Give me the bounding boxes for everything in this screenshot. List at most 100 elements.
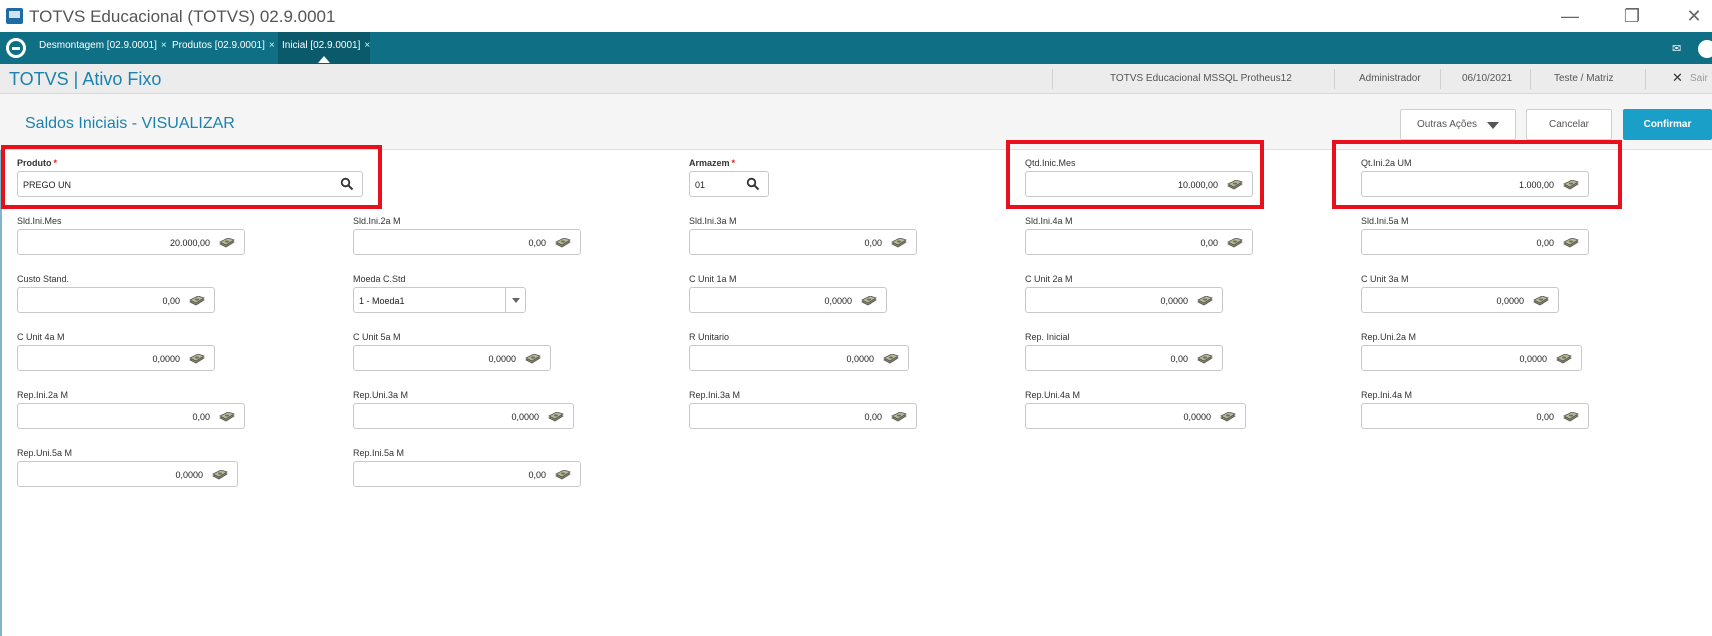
c-unit-3a-m-value: 0,0000 — [1496, 296, 1524, 306]
custo-stand-input[interactable]: 0,00 — [17, 287, 215, 313]
rep-ini-2a-m-input[interactable]: 0,00 — [17, 403, 245, 429]
rep-uni-3a-m-input[interactable]: 0,0000 — [353, 403, 574, 429]
minimize-icon[interactable]: — — [1550, 4, 1590, 28]
c-unit-4a-m-input[interactable]: 0,0000 — [17, 345, 215, 371]
rep-uni-2a-m-value: 0,0000 — [1519, 354, 1547, 364]
qtd-inic-mes-label: Qtd.Inic.Mes — [1025, 158, 1076, 168]
rep-inicial-input[interactable]: 0,00 — [1025, 345, 1223, 371]
money-icon[interactable] — [548, 412, 564, 422]
rep-uni-4a-m-input[interactable]: 0,0000 — [1025, 403, 1246, 429]
rep-ini-5a-m-label: Rep.Ini.5a M — [353, 448, 405, 458]
rep-uni-2a-m-input[interactable]: 0,0000 — [1361, 345, 1582, 371]
c-unit-1a-m-input[interactable]: 0,0000 — [689, 287, 887, 313]
mail-icon[interactable]: ✉ — [1672, 42, 1681, 55]
money-icon[interactable] — [219, 238, 235, 248]
money-icon[interactable] — [555, 238, 571, 248]
confirm-button[interactable]: Confirmar — [1623, 109, 1712, 140]
armazem-label: Armazem — [689, 158, 730, 168]
rep-ini-5a-m-input[interactable]: 0,00 — [353, 461, 581, 487]
money-icon[interactable] — [189, 354, 205, 364]
restore-icon[interactable]: ❐ — [1612, 4, 1652, 28]
money-icon[interactable] — [555, 470, 571, 480]
money-icon[interactable] — [883, 354, 899, 364]
tab-close-icon[interactable]: × — [161, 40, 167, 51]
money-icon[interactable] — [212, 470, 228, 480]
money-icon[interactable] — [1563, 412, 1579, 422]
money-icon[interactable] — [1227, 238, 1243, 248]
c-unit-1a-m-label: C Unit 1a M — [689, 274, 737, 284]
totvs-logo-icon[interactable] — [6, 38, 26, 58]
other-actions-button[interactable]: Outras Ações — [1400, 109, 1516, 140]
close-icon[interactable]: ✕ — [1672, 70, 1683, 86]
rep-ini-3a-m-value: 0,00 — [864, 412, 882, 422]
rep-ini-3a-m-input[interactable]: 0,00 — [689, 403, 917, 429]
rep-ini-4a-m-input[interactable]: 0,00 — [1361, 403, 1589, 429]
rep-uni-4a-m-label: Rep.Uni.4a M — [1025, 390, 1081, 400]
c-unit-4a-m-value: 0,0000 — [152, 354, 180, 364]
branch-label[interactable]: Teste / Matriz — [1554, 73, 1613, 84]
money-icon[interactable] — [1563, 180, 1579, 190]
c-unit-3a-m-input[interactable]: 0,0000 — [1361, 287, 1559, 313]
c-unit-2a-m-input[interactable]: 0,0000 — [1025, 287, 1223, 313]
money-icon[interactable] — [891, 412, 907, 422]
search-icon[interactable] — [746, 177, 760, 191]
tab-inicial[interactable]: Inicial [02.9.0001] × — [282, 40, 370, 51]
sld-ini-3a-m-value: 0,00 — [864, 238, 882, 248]
qtd-inic-mes-input[interactable]: 10.000,00 — [1025, 171, 1253, 197]
c-unit-2a-m-label: C Unit 2a M — [1025, 274, 1073, 284]
armazem-input[interactable]: 01 — [689, 171, 769, 197]
tab-close-icon[interactable]: × — [269, 40, 275, 51]
produto-input[interactable]: PREGO UN — [17, 171, 363, 197]
rep-ini-4a-m-value: 0,00 — [1536, 412, 1554, 422]
rep-inicial-label: Rep. Inicial — [1025, 332, 1070, 342]
money-icon[interactable] — [1197, 296, 1213, 306]
money-icon[interactable] — [525, 354, 541, 364]
money-icon[interactable] — [1197, 354, 1213, 364]
sld-ini-5a-m-input[interactable]: 0,00 — [1361, 229, 1589, 255]
app-window-icon — [6, 8, 23, 24]
window-titlebar: TOTVS Educacional (TOTVS) 02.9.0001 — ❐ … — [0, 0, 1712, 32]
tab-close-icon[interactable]: × — [364, 40, 370, 51]
chevron-down-icon — [1487, 122, 1500, 129]
sld-ini-mes-input[interactable]: 20.000,00 — [17, 229, 245, 255]
sld-ini-3a-m-input[interactable]: 0,00 — [689, 229, 917, 255]
sld-ini-mes-label: Sld.Ini.Mes — [17, 216, 62, 226]
qt-ini-2a-um-input[interactable]: 1.000,00 — [1361, 171, 1589, 197]
sld-ini-2a-m-value: 0,00 — [528, 238, 546, 248]
sld-ini-3a-m-label: Sld.Ini.3a M — [689, 216, 737, 226]
app-title: TOTVS | Ativo Fixo — [9, 69, 162, 89]
app-header: TOTVS | Ativo Fixo TOTVS Educacional MSS… — [0, 64, 1712, 94]
sld-ini-2a-m-input[interactable]: 0,00 — [353, 229, 581, 255]
sld-ini-5a-m-value: 0,00 — [1536, 238, 1554, 248]
money-icon[interactable] — [1563, 238, 1579, 248]
window-title: TOTVS Educacional (TOTVS) 02.9.0001 — [29, 7, 336, 26]
money-icon[interactable] — [1227, 180, 1243, 190]
search-icon[interactable] — [340, 177, 354, 191]
produto-value: PREGO UN — [23, 180, 72, 190]
money-icon[interactable] — [1220, 412, 1236, 422]
money-icon[interactable] — [1533, 296, 1549, 306]
moeda-c-std-select[interactable]: 1 - Moeda1 — [353, 287, 526, 313]
qtd-inic-mes-value: 10.000,00 — [1177, 180, 1218, 190]
close-window-icon[interactable]: ✕ — [1674, 4, 1712, 28]
money-icon[interactable] — [891, 238, 907, 248]
chevron-down-icon[interactable] — [505, 288, 525, 312]
tab-desmontagem[interactable]: Desmontagem [02.9.0001] × — [39, 40, 167, 51]
user-avatar[interactable] — [1698, 40, 1712, 58]
sld-ini-4a-m-input[interactable]: 0,00 — [1025, 229, 1253, 255]
armazem-value: 01 — [695, 180, 706, 190]
cancel-button[interactable]: Cancelar — [1526, 109, 1612, 140]
tab-produtos[interactable]: Produtos [02.9.0001] × — [172, 40, 275, 51]
rep-uni-5a-m-input[interactable]: 0,0000 — [17, 461, 238, 487]
money-icon[interactable] — [219, 412, 235, 422]
c-unit-5a-m-input[interactable]: 0,0000 — [353, 345, 551, 371]
money-icon[interactable] — [189, 296, 205, 306]
qt-ini-2a-um-label: Qt.Ini.2a UM — [1361, 158, 1412, 168]
r-unitario-input[interactable]: 0,0000 — [689, 345, 909, 371]
user-label[interactable]: Administrador — [1359, 73, 1421, 84]
tab-label: Inicial [02.9.0001] — [282, 40, 361, 51]
exit-link[interactable]: Sair — [1690, 73, 1708, 84]
rep-inicial-value: 0,00 — [1170, 354, 1188, 364]
money-icon[interactable] — [861, 296, 877, 306]
money-icon[interactable] — [1556, 354, 1572, 364]
